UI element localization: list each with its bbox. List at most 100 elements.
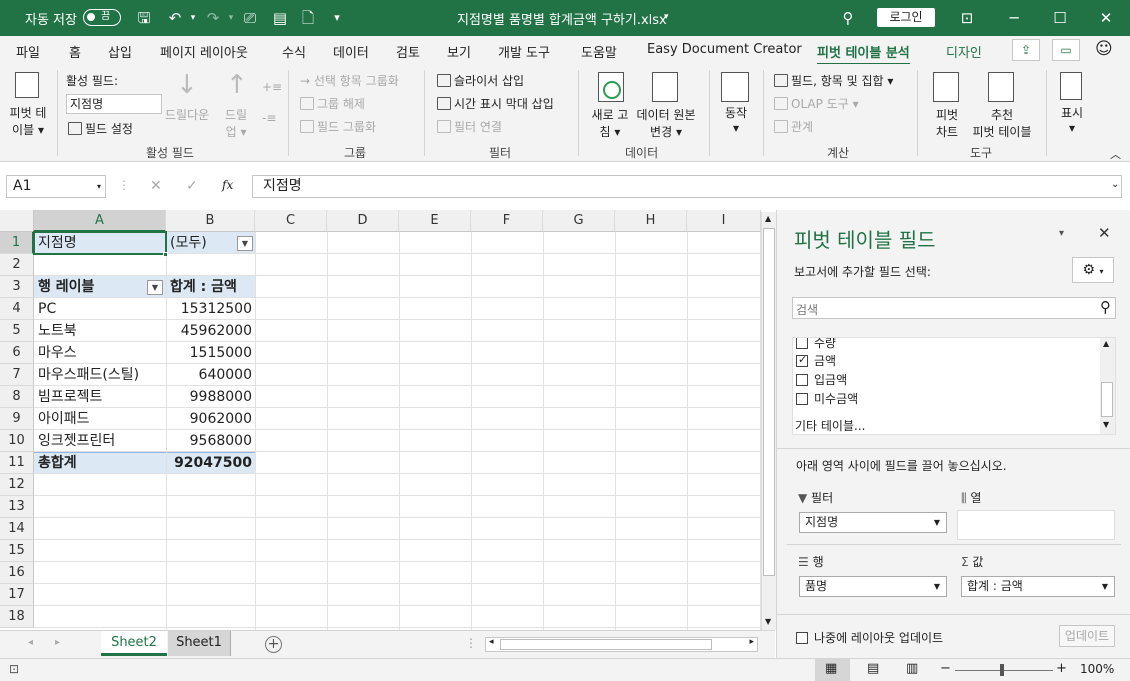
feedback-smiley-icon[interactable]: ☺	[1095, 39, 1113, 59]
close-icon[interactable]: ✕	[1096, 8, 1116, 28]
cell-b7[interactable]: 640000	[167, 364, 255, 386]
field-list-scroll-thumb[interactable]	[1101, 382, 1113, 417]
update-button[interactable]: 업데이트	[1059, 625, 1115, 647]
column-header-b[interactable]: B	[166, 210, 255, 232]
row-header-11[interactable]: 11	[0, 452, 34, 474]
cell-a1[interactable]: 지점명	[35, 232, 165, 254]
tab-review[interactable]: 검토	[396, 42, 420, 61]
redo-icon[interactable]: ↷	[203, 8, 223, 28]
zoom-level[interactable]: 100%	[1080, 662, 1114, 676]
actions-button[interactable]: 동작 ▾	[722, 104, 750, 135]
save-icon[interactable]: 🖫	[134, 8, 154, 28]
pivot-chart-button[interactable]: 피벗 차트	[930, 106, 964, 140]
screenshot-icon[interactable]: ⎚	[240, 8, 260, 28]
tab-easy-document-creator[interactable]: Easy Document Creator	[647, 42, 802, 57]
insert-function-icon[interactable]: fx	[222, 178, 233, 192]
cell-a9[interactable]: 아이패드	[35, 408, 165, 430]
row-header-16[interactable]: 16	[0, 562, 34, 584]
field-settings-button[interactable]: 필드 설정	[68, 120, 133, 137]
expand-field-icon[interactable]: +≡	[262, 80, 282, 94]
scroll-up-icon[interactable]: ▲	[1103, 339, 1109, 348]
tab-view[interactable]: 보기	[447, 42, 471, 61]
cell-a5[interactable]: 노트북	[35, 320, 165, 342]
autosave-toggle[interactable]: 끔	[83, 9, 121, 26]
vertical-scrollbar[interactable]: ▲ ▼	[761, 212, 776, 630]
cell-b3[interactable]: 합계 : 금액	[167, 276, 255, 298]
login-button[interactable]: 로그인	[877, 8, 935, 27]
tab-insert[interactable]: 삽입	[108, 42, 132, 61]
cell-b9[interactable]: 9062000	[167, 408, 255, 430]
tab-file[interactable]: 파일	[16, 42, 40, 61]
macro-record-icon[interactable]: ⊡	[9, 662, 19, 676]
row-header-10[interactable]: 10	[0, 430, 34, 452]
field-item-amount[interactable]: 금액	[796, 352, 836, 369]
formula-input[interactable]: 지점명	[252, 175, 1122, 198]
tab-pivot-analyze[interactable]: 피벗 테이블 분석	[817, 42, 910, 66]
row-header-5[interactable]: 5	[0, 320, 34, 342]
zoom-slider[interactable]	[955, 670, 1053, 671]
title-dropdown-icon[interactable]: ▾	[664, 12, 669, 22]
row-header-7[interactable]: 7	[0, 364, 34, 386]
row-labels-dropdown-icon[interactable]: ▼	[147, 280, 163, 295]
tab-page-layout[interactable]: 페이지 레이아웃	[160, 42, 248, 61]
new-file-icon[interactable]: 🗋	[298, 8, 318, 28]
row-header-15[interactable]: 15	[0, 540, 34, 562]
field-list-scrollbar[interactable]: ▲ ▼	[1100, 338, 1115, 434]
redo-dropdown-icon[interactable]: ▾	[221, 8, 241, 28]
pill-dropdown-icon[interactable]: ▼	[934, 513, 940, 532]
column-header-a[interactable]: A	[34, 210, 166, 232]
ungroup-button[interactable]: 그룹 해제	[300, 95, 365, 112]
tab-formulas[interactable]: 수식	[282, 42, 306, 61]
cell-b10[interactable]: 9568000	[167, 430, 255, 452]
cancel-icon[interactable]: ✕	[150, 178, 162, 194]
defer-update-checkbox[interactable]	[796, 632, 808, 644]
row-header-8[interactable]: 8	[0, 386, 34, 408]
tab-design[interactable]: 디자인	[946, 42, 982, 61]
tab-split-icon[interactable]: ⋮	[465, 636, 477, 650]
checkbox[interactable]	[796, 338, 808, 349]
filter-dropdown-icon[interactable]: ▼	[237, 236, 253, 251]
filter-field-pill[interactable]: 지점명 ▼	[799, 512, 947, 533]
column-header-f[interactable]: F	[471, 210, 543, 232]
drill-down-button[interactable]: 드릴다운	[165, 106, 209, 123]
zoom-out-icon[interactable]: −	[940, 661, 951, 676]
tab-data[interactable]: 데이터	[333, 42, 369, 61]
customize-qat-icon[interactable]: ▾	[327, 8, 347, 28]
search-icon[interactable]: ⚲	[1100, 298, 1111, 316]
zoom-slider-thumb[interactable]	[1000, 664, 1004, 676]
change-source-button[interactable]: 데이터 원본 변경 ▾	[633, 106, 699, 140]
pivot-table-button[interactable]: 피벗 테 이블 ▾	[9, 104, 47, 138]
column-header-h[interactable]: H	[615, 210, 687, 232]
field-item-outstanding[interactable]: 미수금액	[796, 390, 858, 407]
tab-help[interactable]: 도움말	[581, 42, 617, 61]
row-header-18[interactable]: 18	[0, 606, 34, 628]
filter-connections-button[interactable]: 필터 연결	[437, 118, 502, 135]
refresh-button[interactable]: 새로 고 침 ▾	[588, 106, 632, 140]
column-header-g[interactable]: G	[543, 210, 615, 232]
row-header-2[interactable]: 2	[0, 254, 34, 276]
cell-b5[interactable]: 45962000	[167, 320, 255, 342]
column-header-e[interactable]: E	[399, 210, 471, 232]
comments-icon[interactable]: ▭	[1052, 39, 1080, 61]
relationships-button[interactable]: 관계	[774, 118, 813, 135]
expand-formula-icon[interactable]: ⌄	[1111, 179, 1119, 190]
column-header-c[interactable]: C	[255, 210, 327, 232]
fields-items-sets-button[interactable]: 필드, 항목 및 집합 ▾	[774, 72, 893, 89]
value-field-pill[interactable]: 합계 : 금액 ▼	[961, 576, 1115, 597]
insert-slicer-button[interactable]: 슬라이서 삽입	[437, 72, 524, 89]
page-layout-view-icon[interactable]: ▤	[867, 661, 879, 676]
collapse-ribbon-icon[interactable]: ︿	[1110, 146, 1121, 162]
row-header-14[interactable]: 14	[0, 518, 34, 540]
cell-a3[interactable]: 행 레이블	[35, 276, 145, 298]
group-selection-button[interactable]: → 선택 항목 그룹화	[300, 72, 399, 89]
pill-dropdown-icon[interactable]: ▼	[934, 577, 940, 596]
pill-dropdown-icon[interactable]: ▼	[1102, 577, 1108, 596]
sheet-tab-sheet2[interactable]: Sheet2	[101, 631, 167, 656]
column-header-d[interactable]: D	[327, 210, 399, 232]
checkbox[interactable]	[796, 374, 808, 386]
prev-sheet-icon[interactable]: ◂	[28, 637, 33, 648]
scroll-up-icon[interactable]: ▲	[765, 214, 771, 223]
row-header-13[interactable]: 13	[0, 496, 34, 518]
sheet-tab-sheet1[interactable]: Sheet1	[168, 631, 231, 656]
cell-a4[interactable]: PC	[35, 298, 165, 320]
